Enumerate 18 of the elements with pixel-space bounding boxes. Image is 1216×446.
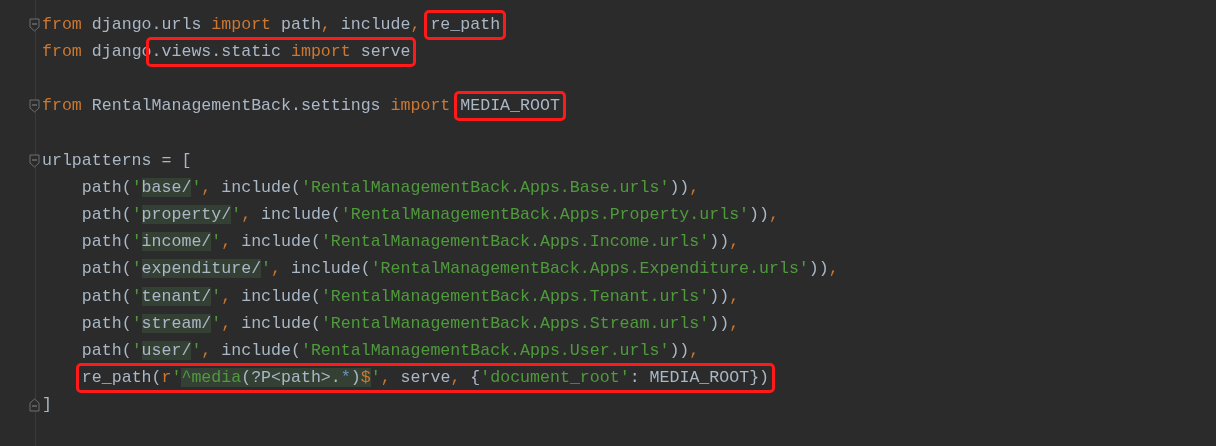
code-text: from RentalManagementBack.settings import [42, 96, 452, 117]
code-text: path('expenditure/', include('RentalManagementBack.Apps.Expenditure.urls')), [80, 259, 839, 280]
fold-icon[interactable] [29, 153, 40, 168]
code-text: path('tenant/', include('RentalManagementBack.Apps.Tenant.urls')), [80, 286, 740, 307]
fold-icon[interactable] [29, 398, 40, 413]
code-text: ] [42, 395, 52, 416]
annotated-code: re_path [424, 9, 507, 40]
code-text: path('base/', include('RentalManagementBack.Apps.Base.urls')), [80, 177, 700, 198]
code-text: path('income/', include('RentalManagementBack.Apps.Income.urls')), [80, 232, 740, 253]
code-text: from django.urls import path, include, [42, 14, 422, 35]
annotated-code: re_path(r'^media(?P<path>.*)$', serve, {'document_root': MEDIA_ROOT}) [75, 363, 776, 393]
code-text: path('user/', include('RentalManagementBack.Apps.User.urls')), [80, 340, 700, 361]
code-text: path('stream/', include('RentalManagementBack.Apps.Stream.urls')), [80, 313, 740, 334]
fold-icon[interactable] [29, 99, 40, 114]
fold-icon[interactable] [29, 17, 40, 32]
code-text: urlpatterns = [ [42, 150, 192, 171]
code-text: path('property/', include('RentalManagementBack.Apps.Property.urls')), [80, 204, 779, 225]
annotated-code: MEDIA_ROOT [454, 91, 566, 122]
